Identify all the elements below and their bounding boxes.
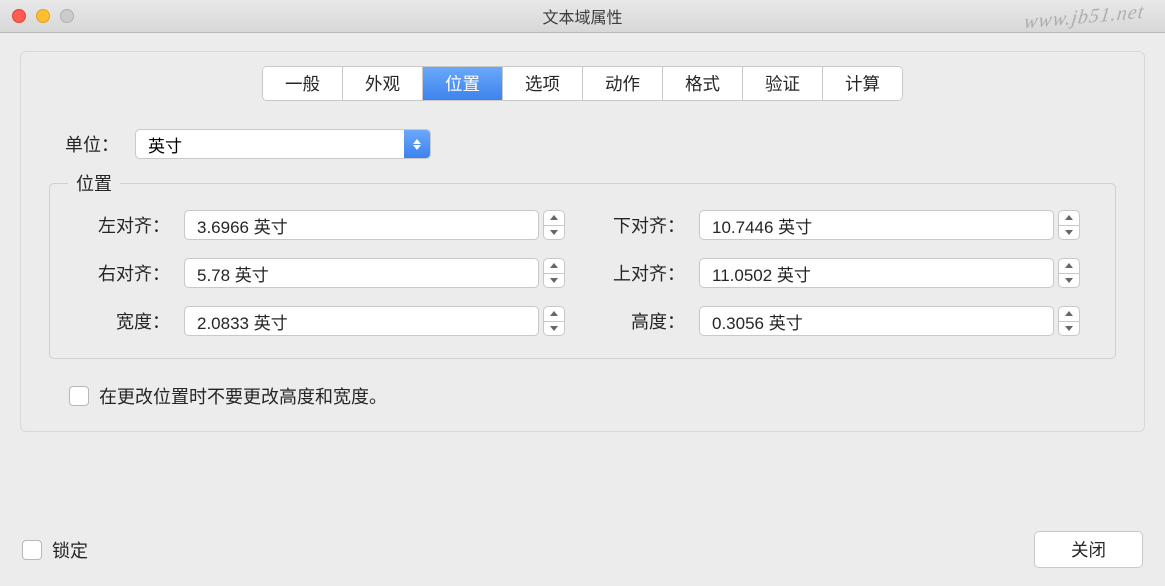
main-panel: 一般 外观 位置 选项 动作 格式 验证 计算 单位： 英寸 位置 左对齐： 3…	[20, 51, 1145, 432]
right-label: 右对齐：	[74, 260, 184, 286]
chevron-up-icon[interactable]	[544, 211, 564, 226]
chevron-down-icon[interactable]	[1059, 274, 1079, 288]
unit-value: 英寸	[148, 132, 182, 157]
top-label: 上对齐：	[589, 260, 699, 286]
chevron-down-icon[interactable]	[544, 322, 564, 336]
tab-position[interactable]: 位置	[423, 67, 503, 100]
width-label: 宽度：	[74, 308, 184, 334]
chevron-down-icon[interactable]	[544, 274, 564, 288]
chevron-up-icon[interactable]	[1059, 211, 1079, 226]
tab-general[interactable]: 一般	[263, 67, 343, 100]
height-input[interactable]: 0.3056 英寸	[699, 306, 1054, 336]
tab-options[interactable]: 选项	[503, 67, 583, 100]
keep-size-label: 在更改位置时不要更改高度和宽度。	[99, 383, 387, 409]
bottom-stepper[interactable]	[1058, 210, 1080, 240]
unit-label: 单位：	[65, 131, 135, 157]
lock-checkbox[interactable]	[22, 540, 42, 560]
top-stepper[interactable]	[1058, 258, 1080, 288]
tabs: 一般 外观 位置 选项 动作 格式 验证 计算	[262, 66, 903, 101]
unit-select[interactable]: 英寸	[135, 129, 431, 159]
left-label: 左对齐：	[74, 212, 184, 238]
titlebar: 文本域属性	[0, 0, 1165, 33]
height-label: 高度：	[589, 308, 699, 334]
width-input[interactable]: 2.0833 英寸	[184, 306, 539, 336]
tab-calculate[interactable]: 计算	[823, 67, 902, 100]
chevron-up-icon[interactable]	[1059, 259, 1079, 274]
chevron-up-icon[interactable]	[544, 259, 564, 274]
chevron-up-icon[interactable]	[1059, 307, 1079, 322]
chevron-updown-icon	[404, 130, 430, 158]
width-stepper[interactable]	[543, 306, 565, 336]
right-input[interactable]: 5.78 英寸	[184, 258, 539, 288]
tab-appearance[interactable]: 外观	[343, 67, 423, 100]
tab-format[interactable]: 格式	[663, 67, 743, 100]
close-button[interactable]: 关闭	[1034, 531, 1143, 568]
chevron-up-icon[interactable]	[544, 307, 564, 322]
tab-actions[interactable]: 动作	[583, 67, 663, 100]
lock-label: 锁定	[52, 537, 88, 563]
top-input[interactable]: 11.0502 英寸	[699, 258, 1054, 288]
right-stepper[interactable]	[543, 258, 565, 288]
position-legend: 位置	[68, 170, 120, 196]
bottom-label: 下对齐：	[589, 212, 699, 238]
left-input[interactable]: 3.6966 英寸	[184, 210, 539, 240]
position-fieldset: 位置 左对齐： 3.6966 英寸 下对齐： 10.7446 英寸 右对齐： 5…	[49, 183, 1116, 359]
keep-size-checkbox[interactable]	[69, 386, 89, 406]
chevron-down-icon[interactable]	[1059, 322, 1079, 336]
bottom-input[interactable]: 10.7446 英寸	[699, 210, 1054, 240]
chevron-down-icon[interactable]	[1059, 226, 1079, 240]
left-stepper[interactable]	[543, 210, 565, 240]
tab-validation[interactable]: 验证	[743, 67, 823, 100]
window-title: 文本域属性	[0, 4, 1165, 28]
chevron-down-icon[interactable]	[544, 226, 564, 240]
height-stepper[interactable]	[1058, 306, 1080, 336]
